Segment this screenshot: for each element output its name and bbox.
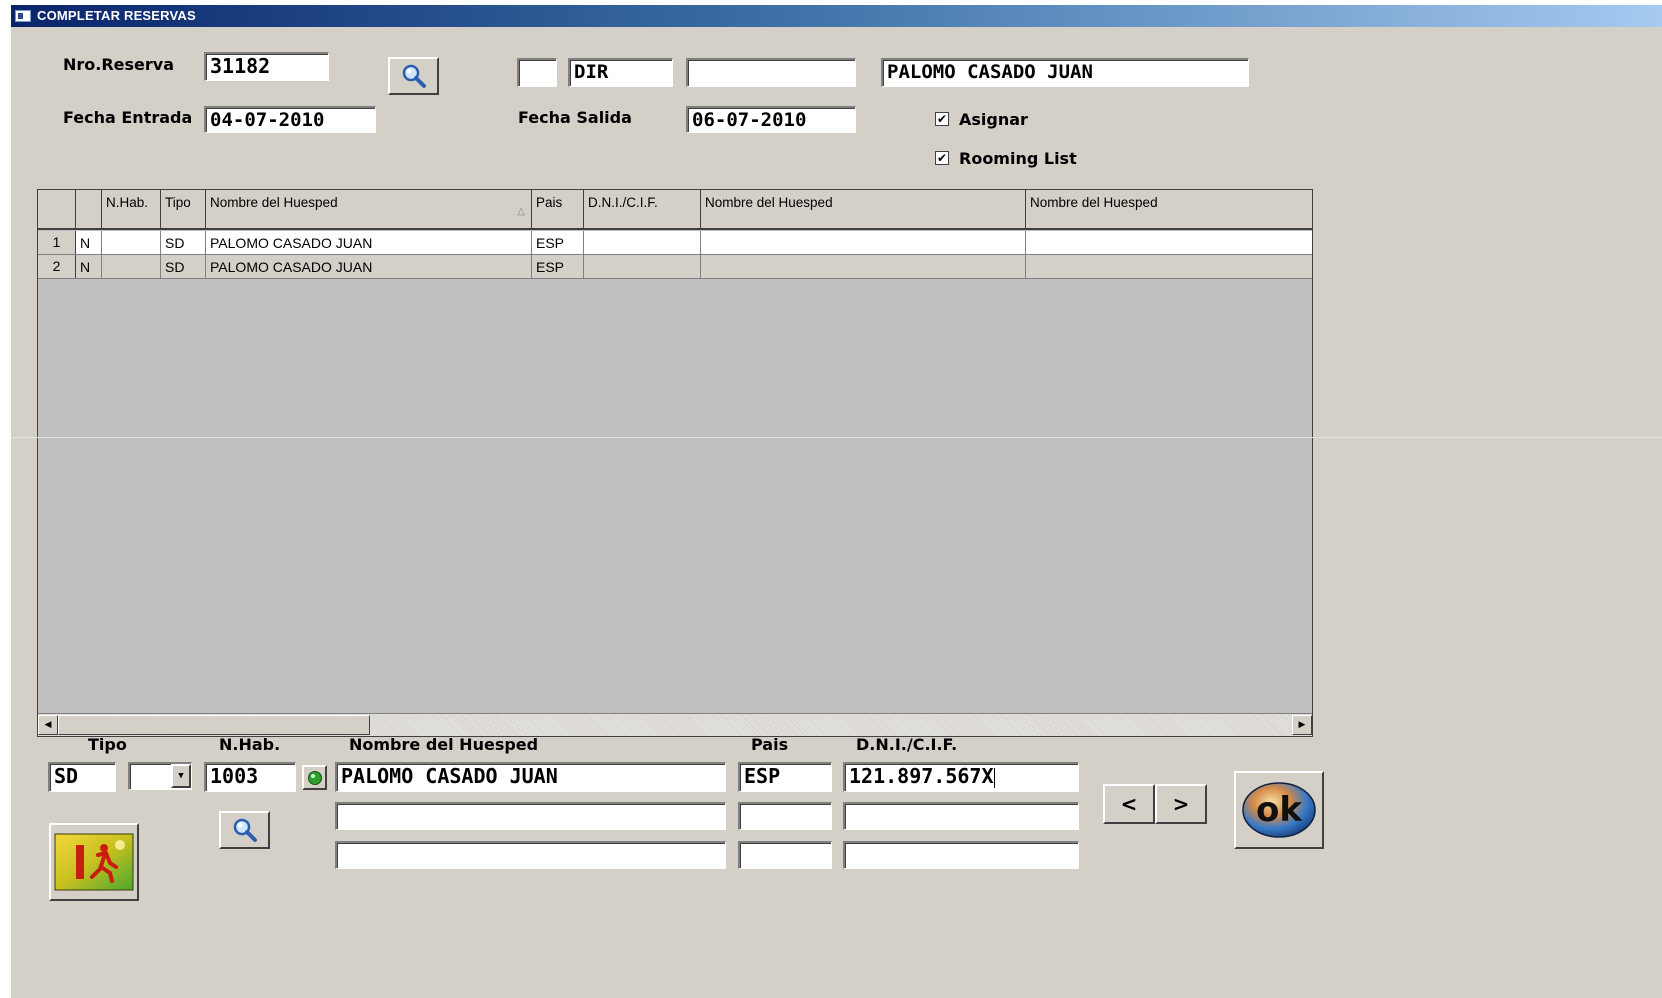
detail-tipo-input[interactable]: SD [48,762,116,792]
guest-grid[interactable]: N.Hab. Tipo Nombre del Huesped △ Pais D.… [37,189,1313,737]
detail-dni-input-3[interactable] [843,841,1079,869]
room-status-button[interactable] [302,765,327,790]
search-reserva-button[interactable] [388,57,439,95]
row-nombre-3[interactable] [1026,255,1312,278]
detail-dni-input-1-text: 121.897.567X [849,764,994,788]
grid-col-tipo[interactable]: Tipo [161,190,206,228]
rooming-list-label: Rooming List [959,149,1077,168]
green-led-icon [307,770,322,785]
grid-col-flag [76,190,102,228]
detail-pais-input-3[interactable] [738,841,832,869]
client-name-input[interactable]: PALOMO CASADO JUAN [881,58,1249,87]
detail-nombre-input-2[interactable] [335,802,726,830]
search-room-button[interactable] [219,811,270,849]
magnifier-icon [402,64,426,88]
scroll-right-button[interactable]: ▶ [1292,715,1312,735]
asignar-checkbox[interactable]: ✔ [935,112,949,126]
ok-icon: ok [1242,782,1316,838]
row-nombre-2[interactable] [701,255,1026,278]
row-tipo[interactable]: SD [161,255,206,278]
detail-dni-input-1[interactable]: 121.897.567X [843,762,1079,792]
fecha-entrada-input[interactable]: 04-07-2010 [204,106,376,133]
detail-nombre-input-1[interactable]: PALOMO CASADO JUAN [335,762,726,792]
code2-input[interactable]: DIR [568,58,673,87]
fecha-salida-label: Fecha Salida [518,108,632,127]
grid-col-nombre[interactable]: Nombre del Huesped △ [206,190,532,228]
screen-artifact-line [11,437,1662,438]
detail-pais-label: Pais [751,735,789,754]
arrow-left-icon: ◀ [44,720,52,730]
title-bar: COMPLETAR RESERVAS [11,5,1662,27]
code3-input[interactable] [686,58,856,87]
row-pais[interactable]: ESP [532,255,584,278]
grid-header: N.Hab. Tipo Nombre del Huesped △ Pais D.… [38,190,1312,230]
row-pais[interactable]: ESP [532,231,584,254]
check-mark-icon: ✔ [936,112,948,126]
row-nombre-2[interactable] [701,231,1026,254]
grid-col-nombre-2[interactable]: Nombre del Huesped [701,190,1026,228]
grid-col-nombre-3[interactable]: Nombre del Huesped [1026,190,1312,228]
detail-pais-input-1[interactable]: ESP [738,762,832,792]
row-nombre[interactable]: PALOMO CASADO JUAN [206,231,532,254]
code1-input[interactable] [517,58,557,87]
row-number[interactable]: 2 [38,255,76,278]
check-mark-icon: ✔ [936,151,948,165]
next-record-button[interactable]: > [1155,784,1207,824]
text-cursor [993,767,995,788]
window-app-icon [15,10,31,22]
nro-reserva-input[interactable]: 31182 [204,52,329,81]
table-row[interactable]: 2 N SD PALOMO CASADO JUAN ESP [38,255,1312,279]
ok-button[interactable]: ok [1234,771,1324,849]
row-nhab[interactable] [102,231,161,254]
detail-tipo-select[interactable]: ▼ [128,762,192,790]
grid-horizontal-scrollbar[interactable]: ◀ ▶ [38,713,1312,736]
row-dni[interactable] [584,231,701,254]
magnifier-icon [233,818,257,842]
table-row[interactable]: 1 N SD PALOMO CASADO JUAN ESP [38,231,1312,255]
fecha-entrada-label: Fecha Entrada [63,108,193,127]
exit-button[interactable] [49,823,139,901]
row-nhab[interactable] [102,255,161,278]
rooming-list-checkbox[interactable]: ✔ [935,151,949,165]
ok-button-label: ok [1256,790,1303,830]
row-flag[interactable]: N [76,255,102,278]
grid-col-pais[interactable]: Pais [532,190,584,228]
detail-nombre-input-3[interactable] [335,841,726,869]
grid-col-dni[interactable]: D.N.I./C.I.F. [584,190,701,228]
detail-pais-input-2[interactable] [738,802,832,830]
scroll-thumb[interactable] [58,715,370,735]
row-tipo[interactable]: SD [161,231,206,254]
grid-col-nombre-label: Nombre del Huesped [210,195,338,210]
detail-dni-input-2[interactable] [843,802,1079,830]
chevron-down-icon[interactable]: ▼ [171,764,191,788]
scroll-left-button[interactable]: ◀ [38,715,58,735]
prev-record-button[interactable]: < [1103,784,1155,824]
sort-ascending-icon: △ [517,206,525,217]
exit-door-icon [54,833,134,891]
window-title: COMPLETAR RESERVAS [37,8,196,23]
nro-reserva-label: Nro.Reserva [63,55,175,74]
detail-nhab-input[interactable]: 1003 [204,762,296,792]
row-dni[interactable] [584,255,701,278]
detail-dni-label: D.N.I./C.I.F. [856,735,958,754]
row-nombre[interactable]: PALOMO CASADO JUAN [206,255,532,278]
detail-tipo-label: Tipo [88,735,127,754]
detail-nombre-label: Nombre del Huesped [349,735,539,754]
asignar-label: Asignar [959,110,1028,129]
grid-col-nhab[interactable]: N.Hab. [102,190,161,228]
row-flag[interactable]: N [76,231,102,254]
grid-col-rownum [38,190,76,228]
row-nombre-3[interactable] [1026,231,1312,254]
arrow-right-icon: ▶ [1298,720,1306,730]
fecha-salida-input[interactable]: 06-07-2010 [686,106,856,133]
completar-reservas-window: COMPLETAR RESERVAS Nro.Reserva 31182 DIR… [11,5,1662,998]
row-number[interactable]: 1 [38,231,76,254]
detail-nhab-label: N.Hab. [219,735,281,754]
